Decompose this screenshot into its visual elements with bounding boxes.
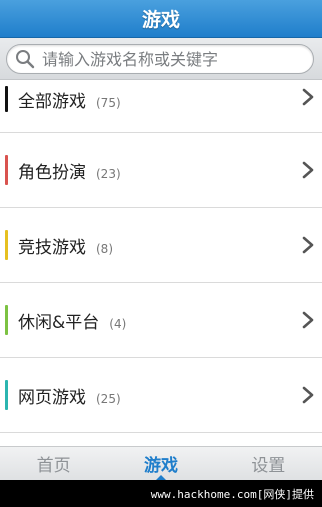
watermark-text: www.hackhome.com[网侠]提供 — [150, 487, 314, 501]
category-count: (23) — [96, 166, 121, 181]
category-label: 网页游戏 (25) — [18, 387, 121, 408]
category-accent-bar — [5, 380, 8, 410]
category-label: 全部游戏 (75) — [18, 92, 121, 112]
search-field[interactable] — [6, 44, 314, 74]
tab-settings[interactable]: 设置 — [215, 447, 322, 480]
category-item-casual[interactable]: 休闲&平台 (4) — [0, 283, 322, 358]
category-label: 休闲&平台 (4) — [18, 312, 127, 333]
page-title: 游戏 — [141, 9, 180, 31]
category-label: 角色扮演 (23) — [18, 162, 121, 183]
category-accent-bar — [5, 86, 8, 112]
search-bar — [0, 38, 322, 80]
category-list: 全部游戏 (75) 角色扮演 (23) 竞技游戏 (8) 休闲&平台 (4) 网… — [0, 80, 322, 446]
chevron-right-icon — [302, 236, 314, 254]
category-item-competitive[interactable]: 竞技游戏 (8) — [0, 208, 322, 283]
category-count: (75) — [96, 96, 121, 110]
category-count: (25) — [96, 391, 121, 406]
chevron-right-icon — [302, 88, 314, 106]
chevron-right-icon — [302, 161, 314, 179]
search-input[interactable] — [42, 49, 302, 69]
category-accent-bar — [5, 305, 8, 335]
category-item-rpg[interactable]: 角色扮演 (23) — [0, 133, 322, 208]
title-bar: 游戏 — [0, 0, 322, 38]
category-count: (4) — [109, 316, 127, 331]
bottom-tab-bar: 首页 游戏 设置 — [0, 446, 322, 480]
category-label: 竞技游戏 (8) — [18, 237, 113, 258]
category-item-all[interactable]: 全部游戏 (75) — [0, 80, 322, 133]
app-screen: 游戏 全部游戏(75) 角色扮演(23) 竞技游 — [0, 0, 322, 507]
search-icon — [16, 50, 35, 69]
chevron-right-icon — [302, 386, 314, 404]
tab-home[interactable]: 首页 — [0, 447, 107, 480]
tab-games[interactable]: 游戏 — [107, 447, 214, 480]
watermark-footer: www.hackhome.com[网侠]提供 — [0, 480, 322, 507]
category-accent-bar — [5, 155, 8, 185]
category-accent-bar — [5, 230, 8, 260]
category-item-web[interactable]: 网页游戏 (25) — [0, 358, 322, 433]
chevron-right-icon — [302, 311, 314, 329]
category-count: (8) — [96, 241, 113, 256]
